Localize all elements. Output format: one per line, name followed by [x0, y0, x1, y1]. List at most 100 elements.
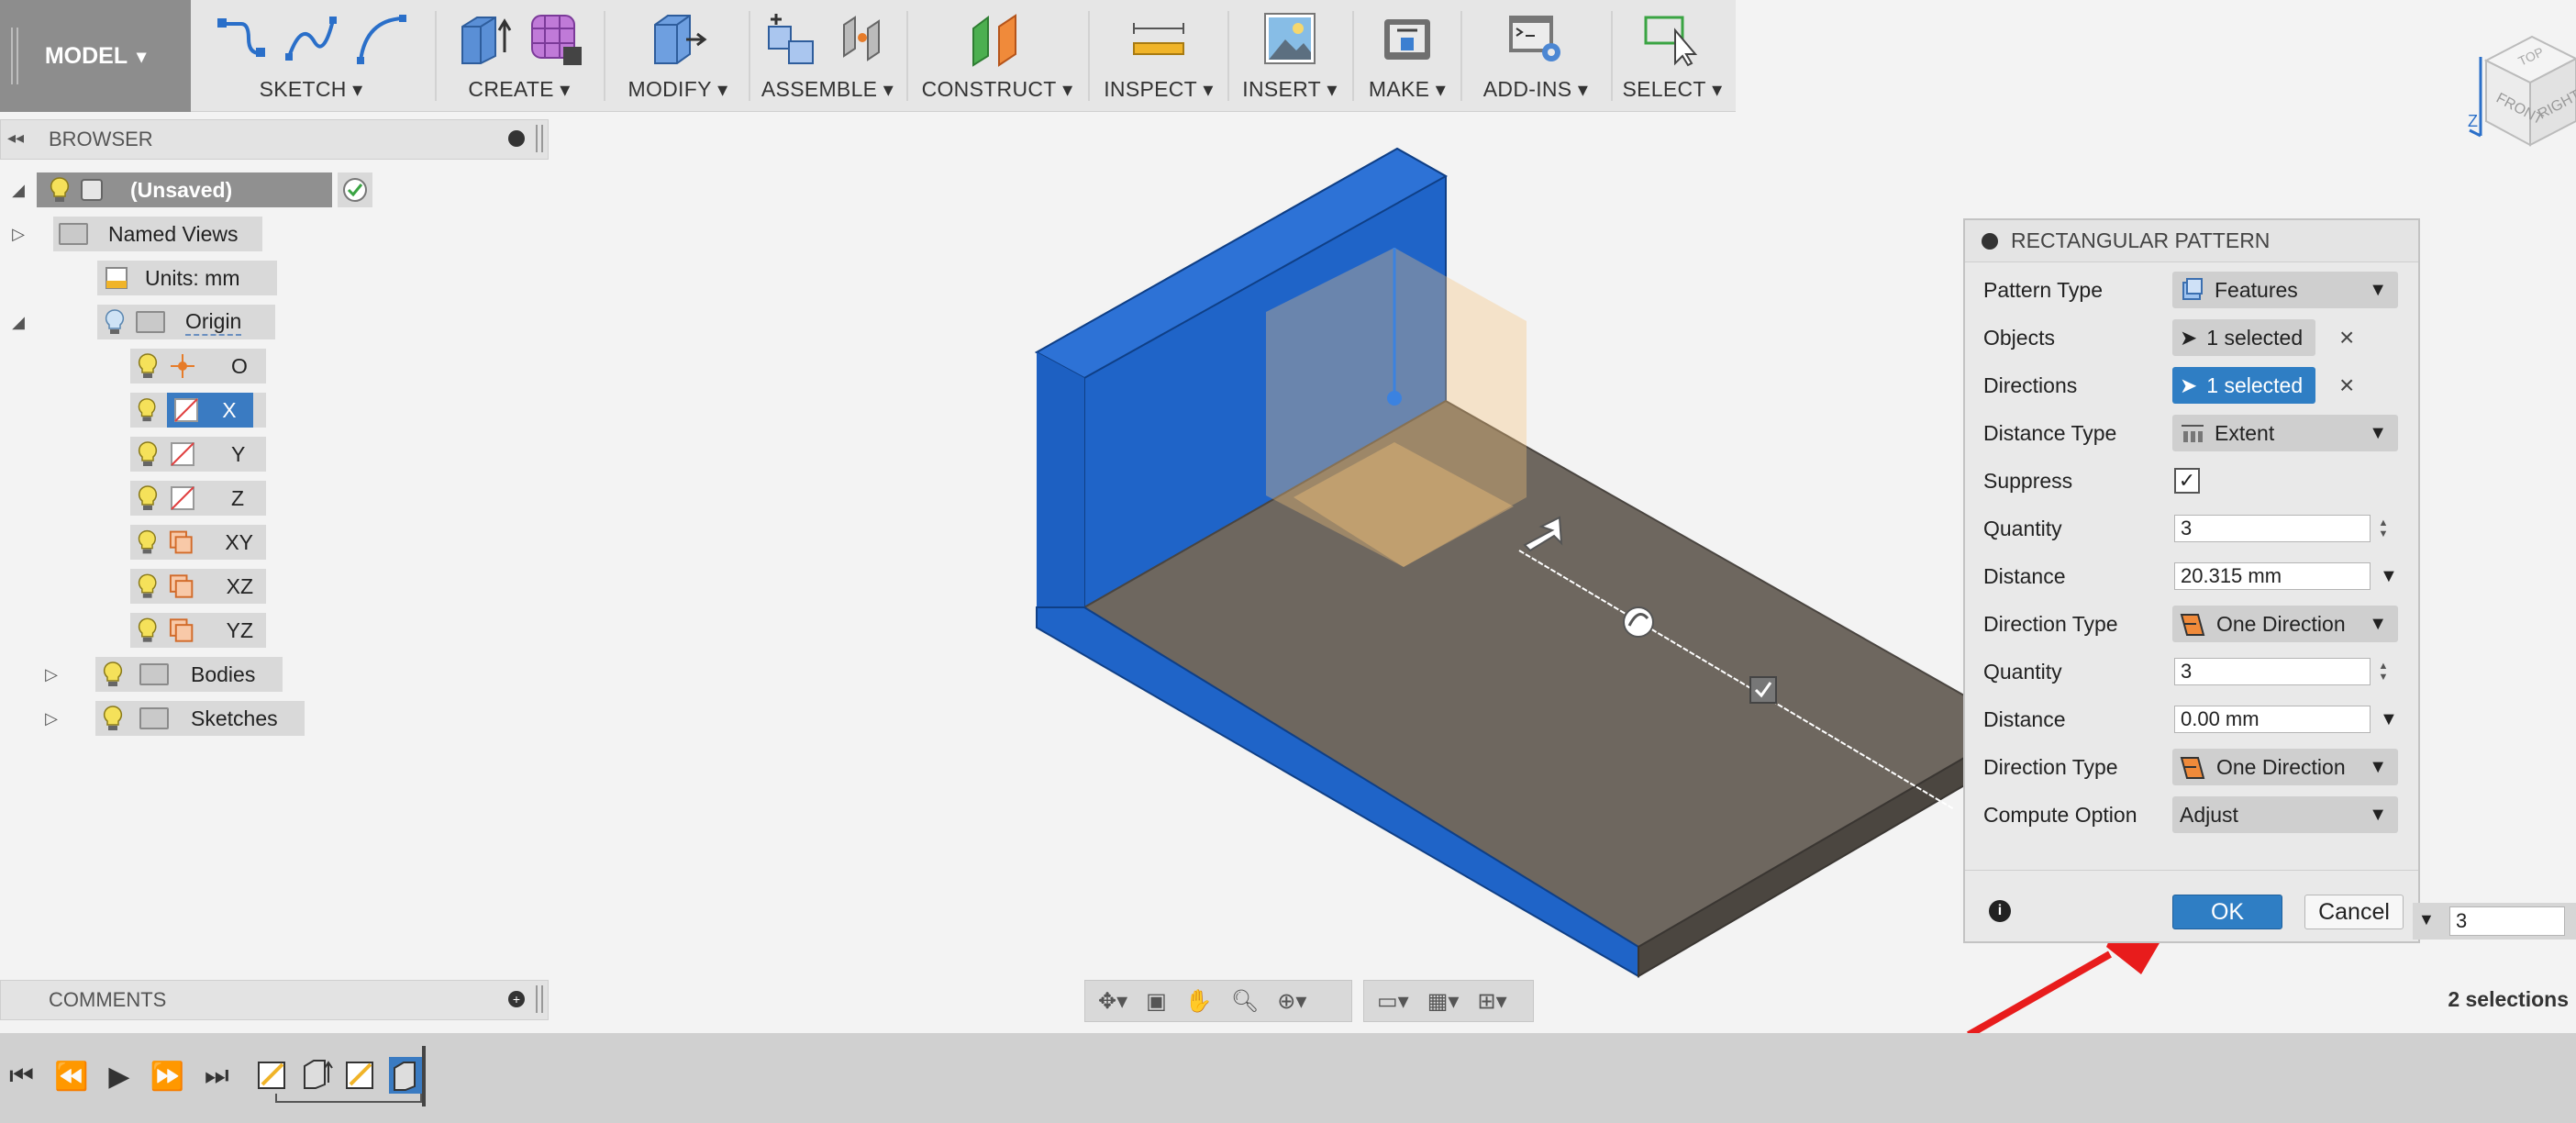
suppress-checkbox-handle[interactable]: [1749, 676, 1777, 704]
lightbulb-icon[interactable]: [101, 705, 125, 732]
pattern-feature-icon[interactable]: [389, 1057, 426, 1094]
press-pull-icon[interactable]: [648, 10, 708, 67]
tree-item-axis-x[interactable]: X: [130, 393, 266, 428]
pattern-link-handle[interactable]: [1623, 606, 1654, 638]
collapse-triangle-icon[interactable]: ◢: [0, 313, 37, 332]
clear-directions-icon[interactable]: ×: [2339, 371, 2354, 400]
insert-image-icon[interactable]: [1261, 10, 1318, 67]
extrude-icon[interactable]: [455, 10, 512, 67]
compute-option-dropdown[interactable]: Adjust ▼: [2172, 796, 2398, 833]
new-component-icon[interactable]: [763, 10, 820, 67]
info-icon[interactable]: i: [1989, 900, 2011, 922]
chevron-down-icon[interactable]: ▼: [2380, 709, 2398, 730]
skip-to-start-icon[interactable]: ⏮: [9, 1061, 34, 1093]
collapse-triangle-icon[interactable]: ◢: [0, 181, 37, 200]
select-menu[interactable]: SELECT: [1616, 0, 1728, 112]
zoom-icon[interactable]: 🔍︎: [1231, 988, 1259, 1015]
sketch-feature-icon[interactable]: [345, 1057, 378, 1090]
quantity-input[interactable]: 3: [2174, 515, 2371, 542]
tree-root-row[interactable]: ◢ (Unsaved): [0, 172, 372, 207]
tree-item-axis-z[interactable]: Z: [130, 481, 266, 516]
distance-input-2[interactable]: 0.00 mm: [2174, 706, 2371, 733]
clear-objects-icon[interactable]: ×: [2339, 323, 2354, 352]
inspect-menu[interactable]: INSPECT: [1095, 0, 1222, 112]
comments-panel-header[interactable]: COMMENTS +: [0, 980, 549, 1020]
play-icon[interactable]: ▶: [108, 1061, 129, 1093]
distance-type-dropdown[interactable]: Extent ▼: [2172, 415, 2398, 451]
select-icon[interactable]: [1642, 10, 1703, 67]
suppress-checkbox[interactable]: ✓: [2174, 468, 2200, 494]
timeline-marker[interactable]: [422, 1046, 426, 1106]
ok-button[interactable]: OK: [2172, 895, 2282, 929]
lightbulb-icon[interactable]: [136, 573, 159, 600]
panel-resize-handle[interactable]: [536, 985, 543, 1013]
pattern-type-dropdown[interactable]: Features ▼: [2172, 272, 2398, 308]
insert-menu[interactable]: INSERT: [1233, 0, 1347, 112]
view-cube[interactable]: TOP FRONT RIGHT Z: [2468, 17, 2576, 154]
offset-plane-icon[interactable]: [964, 10, 1030, 67]
sketch-feature-icon[interactable]: [257, 1057, 290, 1090]
direction-type-dropdown[interactable]: One Direction ▼: [2172, 606, 2398, 642]
line-sketch-icon[interactable]: [214, 11, 269, 66]
cancel-button[interactable]: Cancel: [2304, 895, 2404, 929]
tree-item-origin[interactable]: ◢ Origin: [0, 305, 275, 339]
add-comment-icon[interactable]: +: [508, 991, 525, 1007]
fit-icon[interactable]: ⊕▾: [1277, 988, 1306, 1015]
look-at-icon[interactable]: ▣: [1146, 988, 1167, 1015]
form-icon[interactable]: [527, 10, 583, 67]
create-menu[interactable]: CREATE: [442, 0, 596, 112]
tree-item-bodies[interactable]: ▷ Bodies: [0, 657, 283, 692]
joint-icon[interactable]: [835, 10, 892, 67]
tree-item-plane-xz[interactable]: XZ: [130, 569, 266, 604]
tree-root-node[interactable]: (Unsaved): [37, 172, 332, 207]
heads-up-quantity-input[interactable]: 3: [2449, 906, 2565, 936]
step-forward-icon[interactable]: ⏩: [150, 1061, 183, 1093]
tree-item-plane-yz[interactable]: YZ: [130, 613, 266, 648]
direction-type-dropdown-2[interactable]: One Direction ▼: [2172, 749, 2398, 785]
chevron-down-icon[interactable]: ▼: [2418, 910, 2435, 929]
panel-resize-handle[interactable]: [536, 125, 543, 152]
dialog-header[interactable]: RECTANGULAR PATTERN: [1965, 220, 2418, 262]
assemble-menu[interactable]: ASSEMBLE: [754, 0, 901, 112]
lightbulb-icon[interactable]: [136, 528, 159, 556]
orbit-icon[interactable]: ✥▾: [1098, 988, 1127, 1015]
tree-item-units[interactable]: Units: mm: [97, 261, 277, 295]
expand-triangle-icon[interactable]: ▷: [0, 225, 37, 244]
sketch-menu[interactable]: SKETCH: [198, 0, 424, 112]
spline-sketch-icon[interactable]: [283, 11, 339, 66]
panel-options-icon[interactable]: [508, 130, 525, 147]
distance-input[interactable]: 20.315 mm: [2174, 562, 2371, 590]
chevron-down-icon[interactable]: ▼: [2380, 566, 2398, 587]
measure-icon[interactable]: [1130, 10, 1187, 67]
lightbulb-icon[interactable]: [136, 352, 160, 380]
3d-print-icon[interactable]: [1379, 10, 1436, 67]
lightbulb-icon[interactable]: [136, 484, 160, 512]
viewports-icon[interactable]: ⊞▾: [1477, 988, 1506, 1015]
extrude-feature-icon[interactable]: [301, 1057, 334, 1090]
skip-to-end-icon[interactable]: ⏭: [205, 1061, 229, 1093]
lightbulb-icon[interactable]: [136, 396, 158, 424]
scripts-icon[interactable]: [1505, 10, 1566, 67]
make-menu[interactable]: MAKE: [1360, 0, 1455, 112]
lightbulb-icon[interactable]: [48, 176, 72, 204]
quantity-input-2[interactable]: 3: [2174, 658, 2371, 685]
modify-menu[interactable]: MODIFY: [611, 0, 745, 112]
directions-selection-button[interactable]: ➤ 1 selected: [2172, 367, 2315, 404]
pan-icon[interactable]: ✋: [1185, 988, 1213, 1015]
arc-sketch-icon[interactable]: [353, 11, 408, 66]
tree-item-sketches[interactable]: ▷ Sketches: [0, 701, 305, 736]
expand-triangle-icon[interactable]: ▷: [33, 709, 70, 728]
lightbulb-icon[interactable]: [136, 617, 159, 644]
tree-item-axis-y[interactable]: Y: [130, 437, 266, 472]
grid-icon[interactable]: ▦▾: [1427, 988, 1460, 1015]
tree-item-plane-xy[interactable]: XY: [130, 525, 266, 560]
collapse-panel-icon[interactable]: ◂◂: [7, 128, 24, 148]
activate-check-icon[interactable]: [338, 172, 372, 207]
lightbulb-icon[interactable]: [103, 308, 127, 336]
tree-item-named-views[interactable]: ▷ Named Views: [12, 217, 262, 251]
lightbulb-icon[interactable]: [136, 440, 160, 468]
step-back-icon[interactable]: ⏪: [54, 1061, 88, 1093]
tree-item-origin-point[interactable]: O: [130, 349, 266, 384]
workspace-switcher[interactable]: MODEL ▾: [0, 0, 191, 112]
expand-triangle-icon[interactable]: ▷: [33, 665, 70, 684]
